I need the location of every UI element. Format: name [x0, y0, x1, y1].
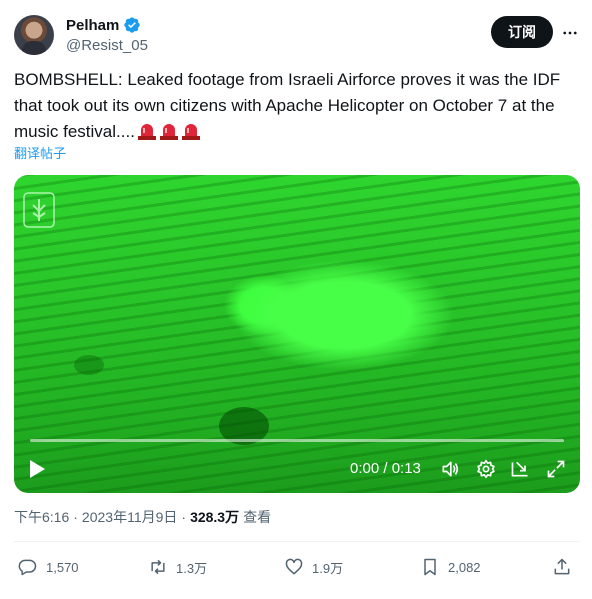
play-icon[interactable]: [24, 451, 50, 487]
bookmark-count: 2,082: [448, 559, 481, 575]
like-count: 1.9万: [312, 560, 344, 576]
siren-emoji-icon: [159, 124, 178, 140]
post-time[interactable]: 下午6:16: [14, 507, 69, 527]
handle[interactable]: @Resist_05: [66, 37, 148, 54]
tweet-header: Pelham @Resist_05 订阅: [14, 14, 580, 58]
video-player[interactable]: 0:00 / 0:13: [14, 175, 580, 493]
bookmark-button[interactable]: 2,082: [420, 552, 481, 582]
retweet-icon: [151, 559, 165, 575]
retweet-count: 1.3万: [176, 560, 208, 576]
retweet-button[interactable]: 1.3万: [148, 552, 207, 582]
subscribe-button[interactable]: 订阅: [491, 16, 553, 48]
translate-post-link[interactable]: 翻译帖子: [14, 143, 66, 162]
reply-count: 1,570: [46, 559, 79, 575]
more-options-icon[interactable]: [560, 23, 580, 43]
settings-gear-icon[interactable]: [474, 451, 498, 487]
share-icon: [554, 558, 570, 575]
views-count: 328.3万: [190, 509, 240, 525]
post-date[interactable]: 2023年11月9日: [82, 507, 177, 527]
views-label: 查看: [243, 509, 272, 525]
reply-button[interactable]: 1,570: [18, 552, 79, 582]
tweet-meta: 下午6:16 · 2023年11月9日 · 328.3万 查看: [14, 507, 271, 527]
video-controls: 0:00 / 0:13: [14, 451, 580, 487]
action-bar: 1,570 1.3万 1.9万 2,082: [14, 552, 580, 582]
video-progress-bar[interactable]: [30, 439, 564, 442]
volume-icon[interactable]: [438, 451, 462, 487]
bookmark-icon: [424, 558, 436, 576]
tweet-text: BOMBSHELL: Leaked footage from Israeli A…: [14, 67, 580, 145]
like-button[interactable]: 1.9万: [284, 552, 343, 582]
avatar[interactable]: [14, 15, 54, 55]
share-button[interactable]: [552, 552, 572, 582]
verified-badge-icon: [124, 17, 141, 33]
siren-emoji-icon: [137, 124, 156, 140]
minimize-pip-icon[interactable]: [508, 451, 532, 487]
meta-separator: ·: [73, 509, 78, 525]
siren-emoji-icon: [181, 124, 200, 140]
fullscreen-icon[interactable]: [544, 451, 568, 487]
tweet-body: BOMBSHELL: Leaked footage from Israeli A…: [14, 70, 561, 141]
meta-separator: ·: [181, 509, 187, 525]
divider: [14, 541, 580, 542]
video-time: 0:00 / 0:13: [350, 460, 421, 477]
name-row: Pelham: [66, 16, 141, 34]
reply-icon: [18, 559, 37, 576]
heart-icon: [285, 558, 303, 575]
display-name[interactable]: Pelham: [66, 17, 119, 34]
video-frame-detail: [74, 355, 104, 375]
idf-watermark-icon: [23, 192, 55, 228]
